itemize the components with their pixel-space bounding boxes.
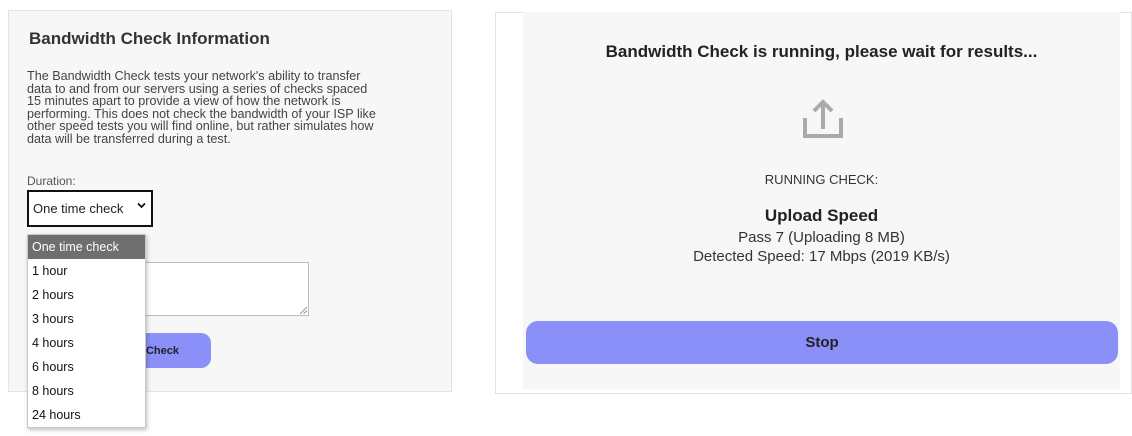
- description-line: data will be transferred during a test.: [27, 131, 231, 146]
- notes-textarea[interactable]: [139, 262, 309, 316]
- start-check-button-label: Check: [145, 344, 179, 357]
- resize-handle-icon[interactable]: [300, 307, 307, 314]
- detected-speed: Detected Speed: 17 Mbps (2019 KB/s): [693, 248, 950, 265]
- duration-select-value: One time check: [33, 201, 124, 216]
- duration-option[interactable]: 1 hour: [28, 259, 145, 283]
- description-line: The Bandwidth Check tests your network's…: [27, 69, 361, 83]
- duration-label: Duration:: [27, 174, 76, 188]
- duration-option[interactable]: One time check: [28, 235, 145, 259]
- description-line: 15 minutes apart to provide a view of ho…: [27, 94, 341, 108]
- chevron-down-icon: [137, 200, 146, 212]
- stop-button-label: Stop: [805, 334, 839, 351]
- duration-option[interactable]: 6 hours: [28, 355, 145, 379]
- test-name: Upload Speed: [764, 206, 879, 225]
- duration-option[interactable]: 3 hours: [28, 307, 145, 331]
- duration-option[interactable]: 24 hours: [28, 403, 145, 427]
- stop-button[interactable]: Stop: [526, 321, 1118, 364]
- info-panel-description: The Bandwidth Check tests your network's…: [27, 70, 437, 145]
- status-title: Bandwidth Check is running, please wait …: [605, 42, 1038, 61]
- upload-icon: [793, 96, 853, 144]
- duration-dropdown-list: One time check 1 hour 2 hours 3 hours 4 …: [27, 234, 146, 428]
- duration-option[interactable]: 4 hours: [28, 331, 145, 355]
- info-panel-title: Bandwidth Check Information: [29, 29, 270, 48]
- duration-option[interactable]: 2 hours: [28, 283, 145, 307]
- page: Bandwidth Check Information The Bandwidt…: [0, 0, 1132, 436]
- duration-select[interactable]: One time check: [27, 190, 153, 227]
- pass-info: Pass 7 (Uploading 8 MB): [738, 229, 905, 246]
- description-line: other speed tests you will find online, …: [27, 119, 374, 133]
- duration-option[interactable]: 8 hours: [28, 379, 145, 403]
- running-check-label: RUNNING CHECK:: [764, 172, 879, 187]
